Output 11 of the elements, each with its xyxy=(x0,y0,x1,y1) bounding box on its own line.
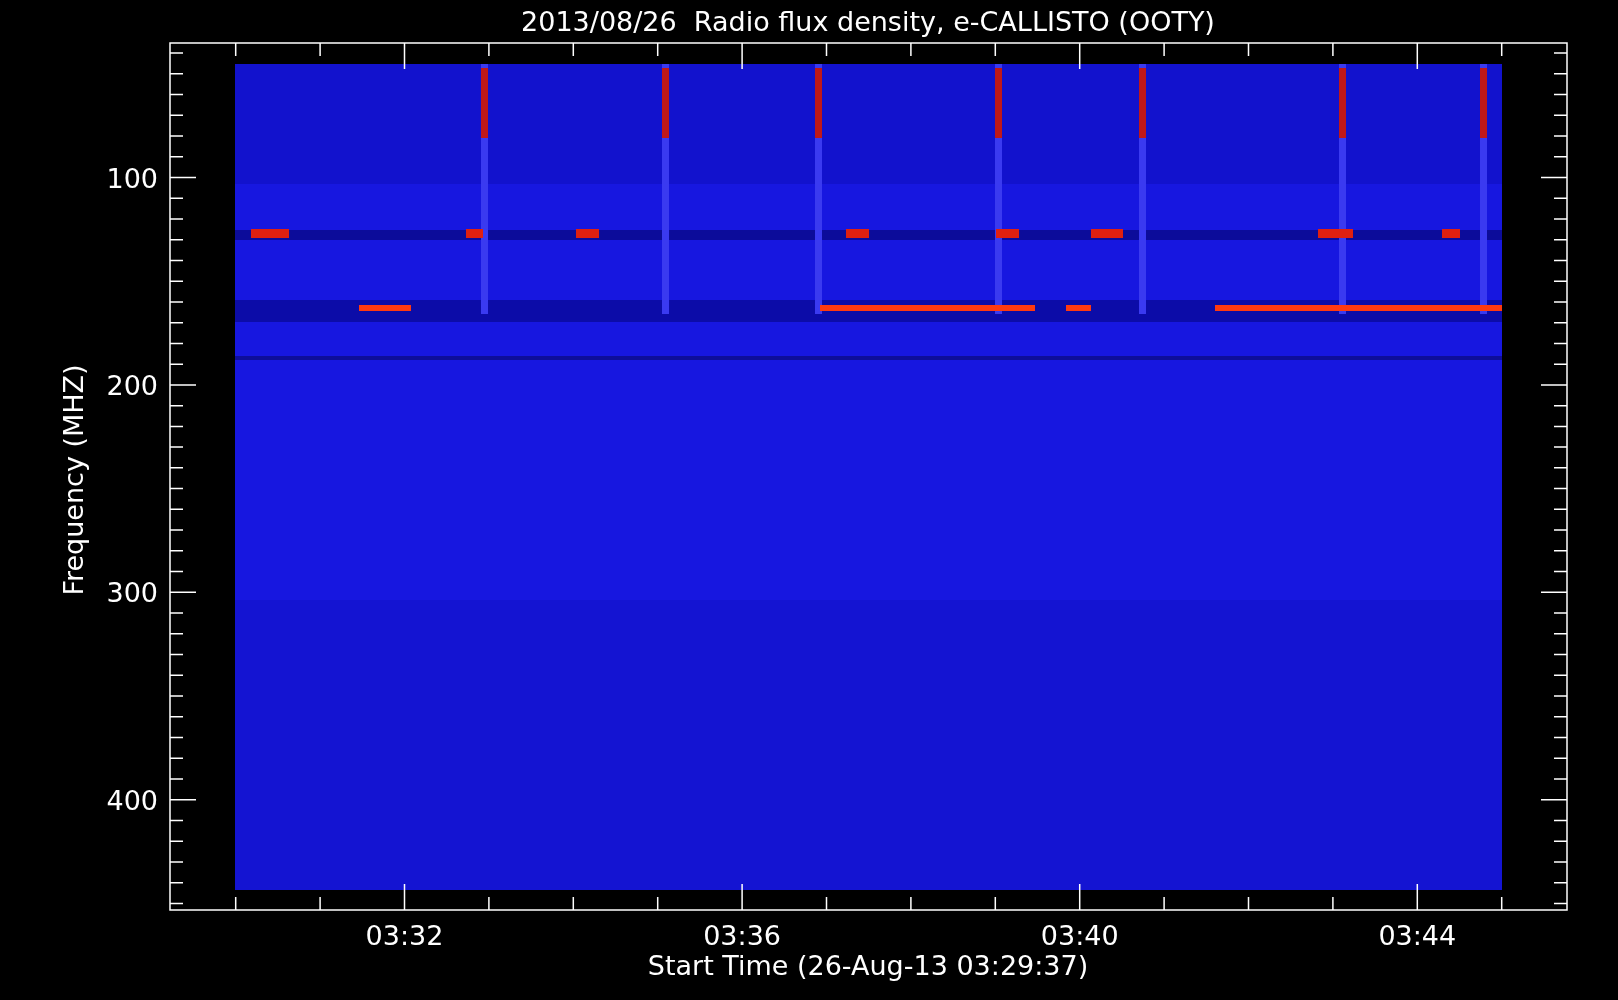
plot-title: 2013/08/26 Radio flux density, e-CALLISTO (OOTY) xyxy=(521,6,1215,37)
axis-label: Start Time (26-Aug-13 03:29:37) xyxy=(647,950,1089,981)
axis-label: Frequency (MHZ) xyxy=(58,364,89,596)
tick-label: 100 xyxy=(106,162,158,194)
tick-label: 03:44 xyxy=(1378,920,1457,951)
tick-label: 400 xyxy=(106,784,158,816)
tick-label: 03:40 xyxy=(1040,920,1119,951)
tick-label: 200 xyxy=(106,369,158,401)
tick-label: 03:32 xyxy=(365,920,444,951)
tick-label: 300 xyxy=(106,577,158,609)
tick-label: 03:36 xyxy=(703,920,781,951)
